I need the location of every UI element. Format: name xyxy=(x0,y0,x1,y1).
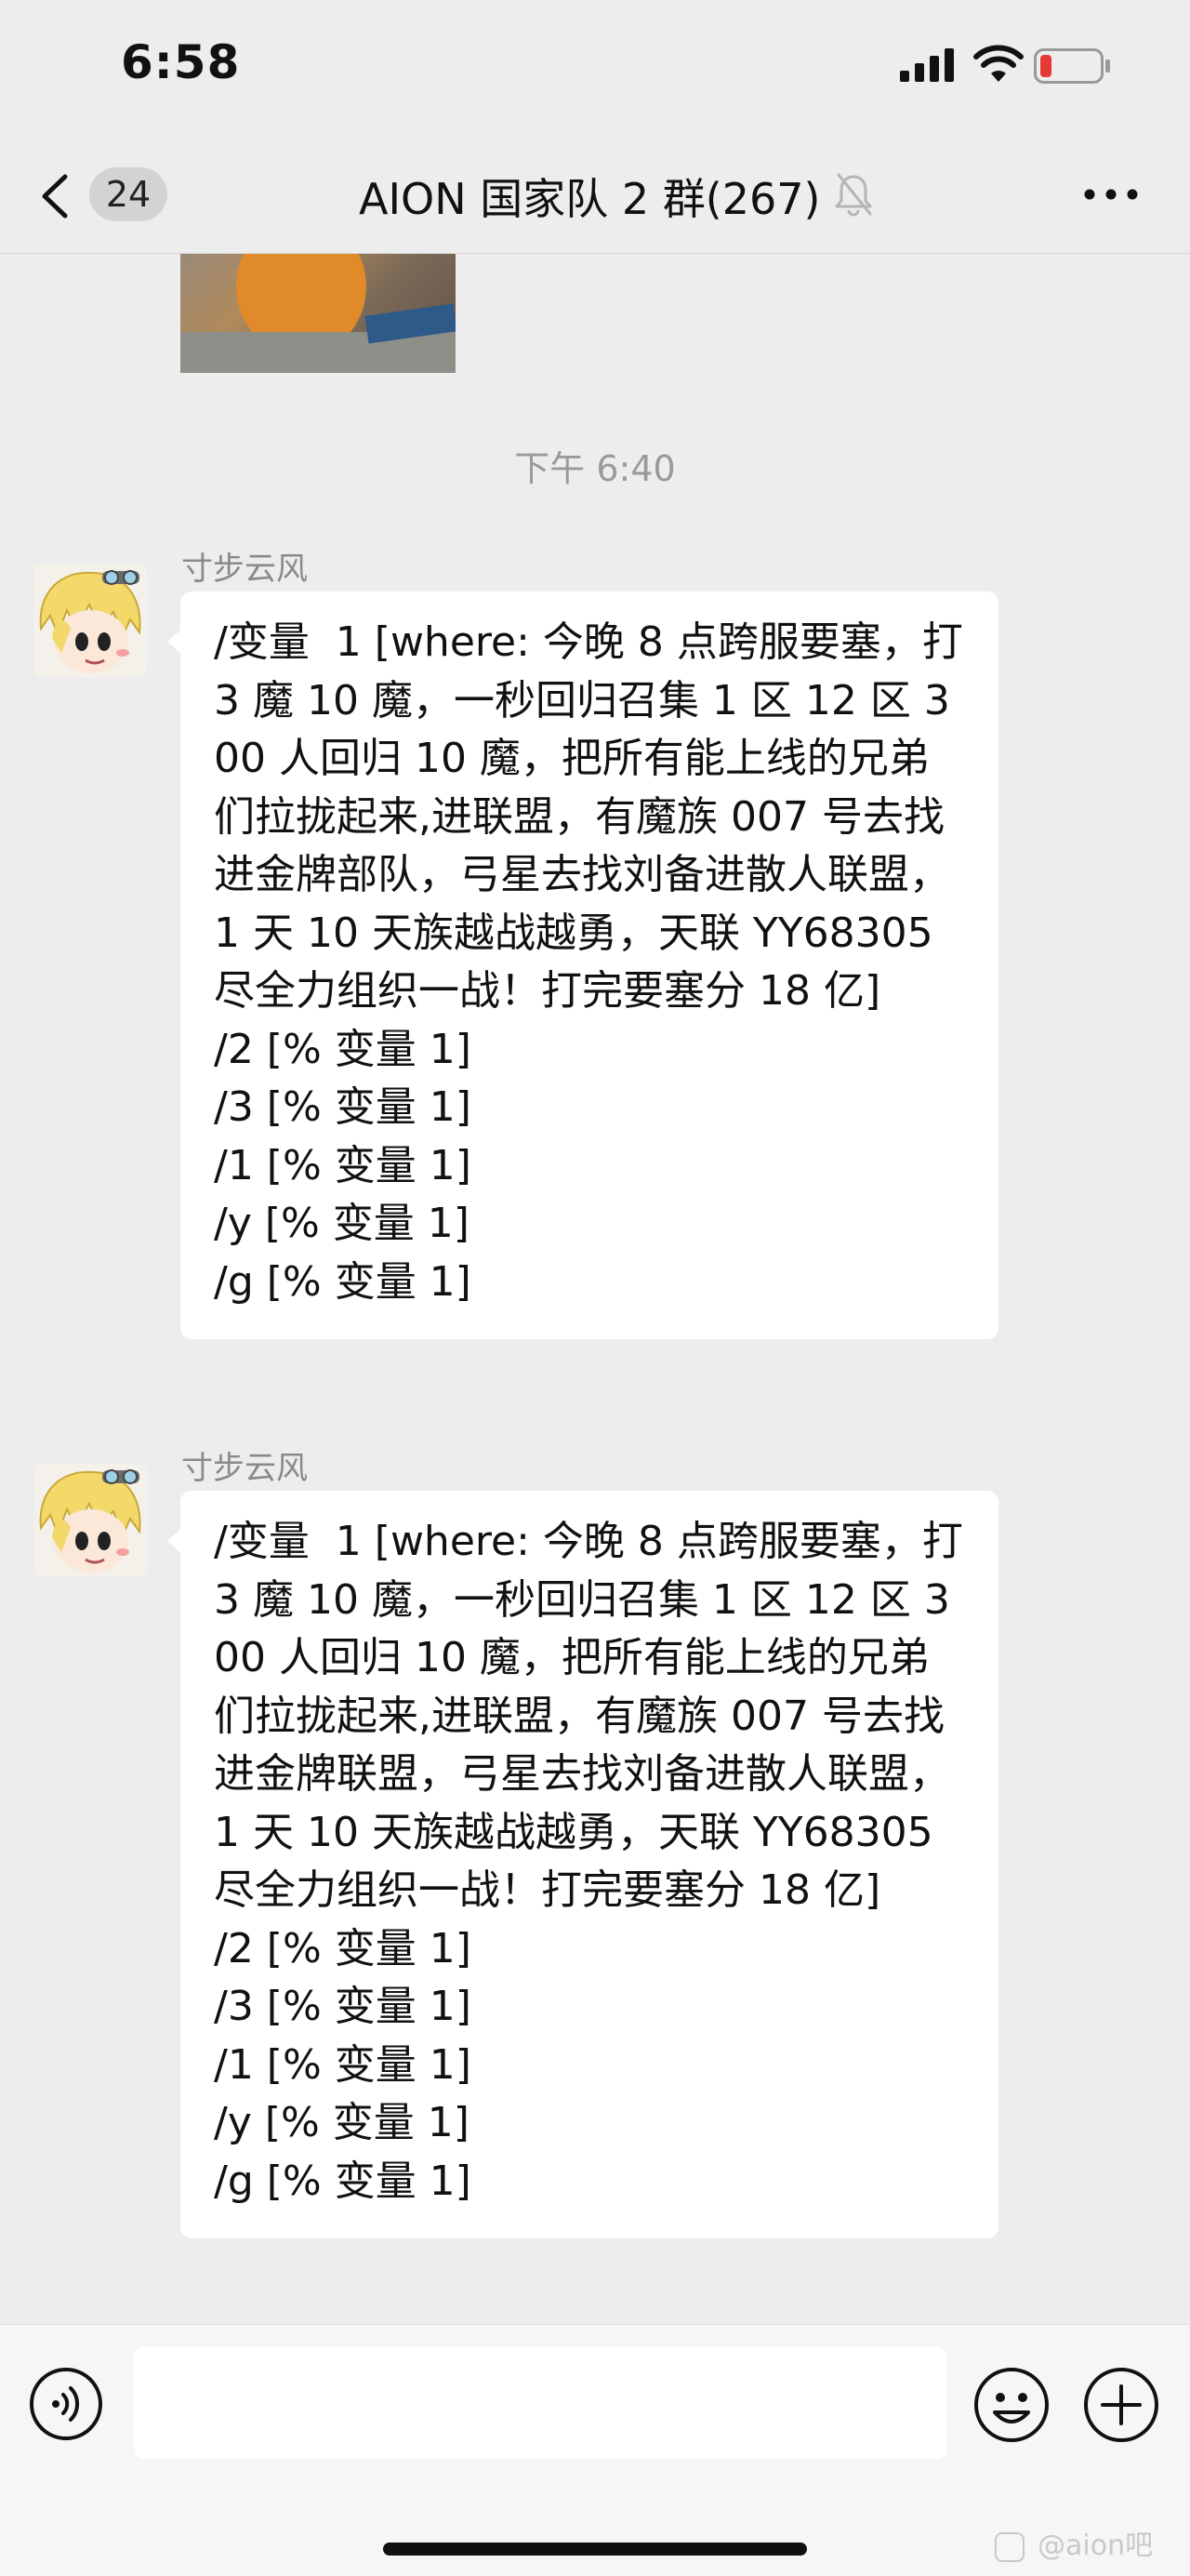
chat-title: AION 国家队 2 群(267) xyxy=(359,174,821,224)
avatar[interactable] xyxy=(33,1463,147,1576)
battery-icon xyxy=(1034,48,1110,84)
unread-count-badge: 24 xyxy=(89,167,167,221)
emoji-icon[interactable] xyxy=(972,2366,1051,2444)
watermark-logo-icon xyxy=(995,2531,1025,2562)
more-options-icon[interactable] xyxy=(1078,173,1144,216)
sender-name: 寸步云风 xyxy=(181,551,308,588)
message-timestamp: 下午 6:40 xyxy=(514,448,676,489)
input-bar: @aion吧 xyxy=(0,2324,1190,2576)
chevron-left-icon xyxy=(42,174,68,219)
cellular-signal-icon xyxy=(900,48,954,82)
watermark-text: @aion吧 xyxy=(1038,2530,1154,2562)
avatar[interactable] xyxy=(33,564,147,677)
message-list[interactable]: 下午 6:40 寸步云风 /变量 1 [where: 今晚 8 点跨服要塞，打 … xyxy=(0,254,1190,2324)
message-bubble[interactable]: /变量 1 [where: 今晚 8 点跨服要塞，打 3 魔 10 魔，一秒回归… xyxy=(167,1491,998,2238)
message-bubble[interactable]: /变量 1 [where: 今晚 8 点跨服要塞，打 3 魔 10 魔，一秒回归… xyxy=(167,591,998,1339)
back-button[interactable]: 24 xyxy=(37,162,186,227)
watermark: @aion吧 xyxy=(995,2522,1153,2563)
voice-input-icon[interactable] xyxy=(28,2366,104,2442)
wifi-icon xyxy=(973,45,1024,82)
message-input[interactable] xyxy=(134,2347,946,2459)
status-bar: 6:58 xyxy=(0,0,1190,139)
mute-bell-icon xyxy=(835,173,872,217)
more-actions-plus-icon[interactable] xyxy=(1082,2366,1160,2444)
sender-name: 寸步云风 xyxy=(181,1450,308,1487)
home-indicator[interactable] xyxy=(383,2543,807,2556)
image-message-thumbnail[interactable] xyxy=(180,254,456,373)
chat-header: 24 AION 国家队 2 群(267) xyxy=(0,139,1190,254)
status-time: 6:58 xyxy=(121,35,241,89)
